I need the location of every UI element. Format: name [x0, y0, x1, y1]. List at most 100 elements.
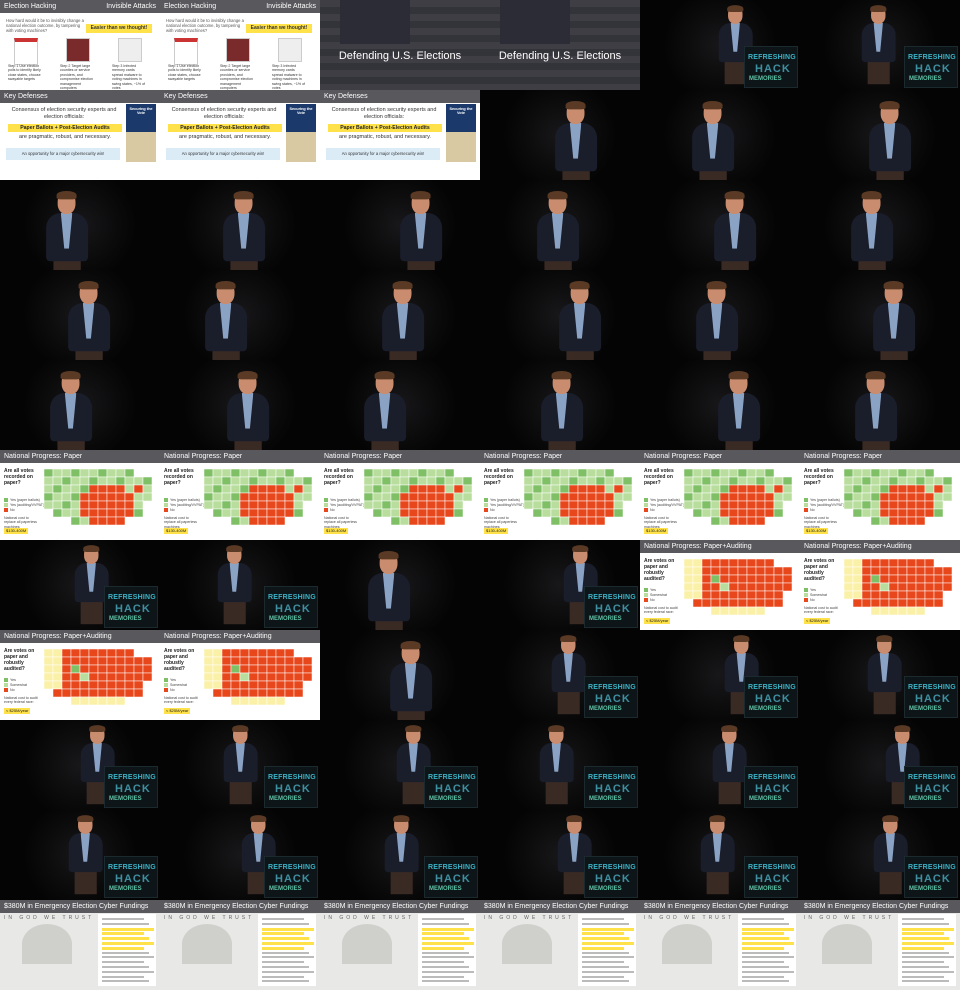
logo-line2: HACK [115, 603, 151, 615]
legend-label: No [650, 508, 655, 512]
state-region [106, 508, 117, 518]
state-region [737, 476, 748, 486]
state-region [88, 688, 99, 698]
state-region [701, 508, 712, 518]
state-region [888, 598, 899, 608]
state-region [115, 484, 126, 494]
state-region [870, 582, 881, 592]
report-cover: Securing the Vote [446, 104, 476, 162]
slide-header: Election Hacking Invisible Attacks [0, 0, 160, 13]
slide-title: Defending U.S. Elections [498, 50, 622, 62]
state-region [230, 688, 241, 698]
state-region [266, 664, 277, 674]
state-region [453, 492, 464, 502]
state-region [888, 484, 899, 494]
state-region [266, 656, 277, 666]
state-region [577, 468, 588, 478]
state-region [773, 484, 784, 494]
tile-aud: National Progress: Paper+Auditing Are vot… [800, 540, 960, 630]
legend-item: Yes [644, 588, 656, 592]
state-region [595, 468, 606, 478]
legend-item: Yes (auditing/VVPAT) [644, 503, 684, 507]
speaker-hair [728, 370, 749, 380]
state-region [212, 648, 223, 658]
state-region [888, 574, 899, 584]
document-line [422, 980, 469, 983]
step-image [278, 38, 302, 62]
state-region [257, 648, 268, 658]
logo-line2: HACK [595, 873, 631, 885]
state-region [248, 648, 259, 658]
state-region [604, 484, 615, 494]
funding-document [578, 914, 636, 986]
state-region [61, 484, 72, 494]
document-line [742, 946, 784, 950]
tile-stage-logo: REFRESHING HACK MEMORIES [800, 630, 960, 720]
state-region [870, 598, 881, 608]
state-region [221, 688, 232, 698]
state-region [782, 484, 793, 494]
speaker-legs [229, 780, 252, 805]
state-region [577, 492, 588, 502]
conference-logo: REFRESHING HACK MEMORIES [104, 586, 158, 628]
logo-line1: REFRESHING [588, 774, 636, 781]
state-region [577, 516, 588, 526]
slide-title: $380M in Emergency Election Cyber Fundin… [324, 903, 469, 910]
us-map [203, 648, 313, 706]
state-region [906, 492, 917, 502]
document-line [902, 946, 944, 950]
document-line [422, 942, 474, 945]
conference-logo: REFRESHING HACK MEMORIES [904, 676, 958, 718]
document-line [422, 951, 469, 954]
logo-line1: REFRESHING [428, 864, 476, 871]
state-region [595, 476, 606, 486]
currency-motto: IN GOD WE TRUST [804, 915, 895, 921]
state-region [701, 558, 712, 568]
state-region [746, 516, 757, 526]
state-region [266, 476, 277, 486]
document-line [422, 975, 464, 978]
report-title: Securing the Vote [289, 107, 313, 115]
state-region [88, 656, 99, 666]
document-line [422, 932, 464, 936]
attack-step: Step 1 Use election polls to identify li… [8, 64, 41, 82]
speaker-legs [80, 600, 103, 625]
state-region [852, 582, 863, 592]
document-line [902, 975, 944, 978]
state-region [586, 492, 597, 502]
state-region [870, 558, 881, 568]
state-region [275, 516, 286, 526]
state-region [728, 484, 739, 494]
conference-logo: REFRESHING HACK MEMORIES [424, 766, 478, 808]
state-region [764, 566, 775, 576]
state-region [408, 468, 419, 478]
legend-item: Yes (paper ballots) [4, 498, 40, 502]
document-line [262, 922, 309, 925]
state-region [363, 492, 374, 502]
state-region [942, 582, 953, 592]
state-region [293, 508, 304, 518]
speaker [48, 370, 94, 450]
state-region [933, 500, 944, 510]
tile-stage [320, 180, 480, 270]
currency-motto: IN GOD WE TRUST [644, 915, 735, 921]
attack-step: Step 2 Target large counties or service … [220, 64, 253, 90]
attack-step: Step 3 Infected memory cards spread malw… [112, 64, 146, 90]
state-region [861, 468, 872, 478]
state-region [453, 508, 464, 518]
state-region [435, 476, 446, 486]
state-region [221, 492, 232, 502]
state-region [692, 582, 703, 592]
state-region [52, 500, 63, 510]
speaker-hair [721, 725, 738, 732]
speaker-legs [867, 60, 890, 85]
state-region [408, 492, 419, 502]
state-region [381, 468, 392, 478]
state-region [746, 508, 757, 518]
state-region [115, 672, 126, 682]
state-region [203, 672, 214, 682]
state-region [888, 476, 899, 486]
state-region [266, 484, 277, 494]
state-region [381, 476, 392, 486]
document-line [582, 946, 624, 950]
